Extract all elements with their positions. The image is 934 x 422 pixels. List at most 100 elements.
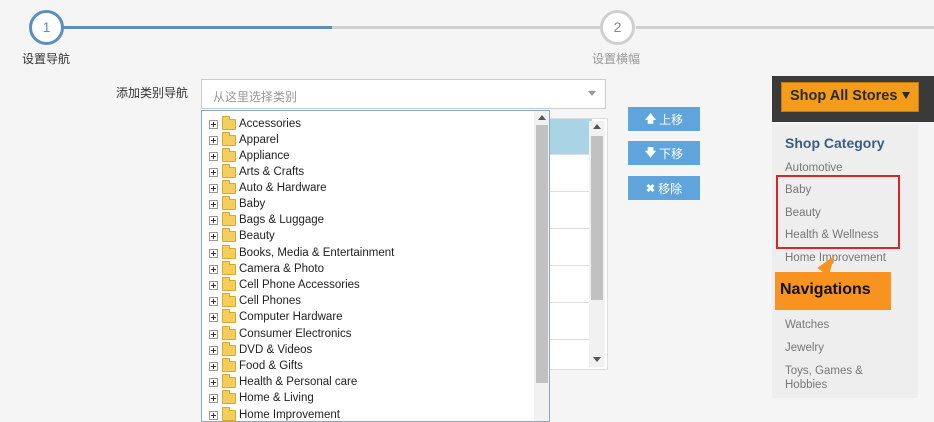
tree-item[interactable]: Home Improvement (209, 406, 340, 421)
tree-item-label: Baby (239, 198, 266, 210)
tree-item[interactable]: Arts & Crafts (209, 163, 305, 180)
expand-plus-icon[interactable] (209, 345, 218, 355)
tree-item[interactable]: Health & Personal care (209, 373, 358, 390)
tree-item-label: Accessories (239, 118, 301, 130)
category-item[interactable]: Watches (785, 319, 829, 331)
scroll-up-arrow-icon[interactable] (538, 115, 546, 120)
tree-item[interactable]: Bags & Luggage (209, 211, 324, 228)
folder-icon (222, 406, 236, 421)
tree-item-label: Health & Personal care (239, 376, 358, 388)
expand-plus-icon[interactable] (209, 377, 218, 387)
tree-item[interactable]: Accessories (209, 115, 301, 132)
tree-item[interactable]: DVD & Videos (209, 341, 312, 358)
list-item[interactable] (548, 193, 592, 229)
category-item[interactable]: Jewelry (785, 342, 824, 354)
expand-plus-icon[interactable] (209, 296, 218, 306)
tree-item[interactable]: Camera & Photo (209, 260, 324, 277)
folder-icon (222, 179, 236, 194)
step-1-circle[interactable]: 1 (29, 10, 64, 45)
folder-icon (222, 373, 236, 388)
tree-item-label: Cell Phones (239, 295, 302, 307)
tree-item[interactable]: Books, Media & Entertainment (209, 244, 395, 261)
move-up-button[interactable]: 🡅 上移 (628, 107, 700, 131)
remove-button[interactable]: ✖ 移除 (628, 176, 700, 200)
step-2-label: 设置横幅 (592, 52, 641, 66)
folder-icon (222, 147, 236, 162)
expand-plus-icon[interactable] (209, 215, 218, 225)
category-item[interactable]: Toys, Games & (785, 365, 863, 377)
category-item[interactable]: Hobbies (785, 379, 827, 391)
tree-item[interactable]: Apparel (209, 131, 279, 148)
tree-item[interactable]: Appliance (209, 147, 290, 164)
category-item[interactable]: Automotive (785, 162, 843, 174)
folder-icon (222, 292, 236, 307)
expand-plus-icon[interactable] (209, 264, 218, 274)
tree-item[interactable]: Beauty (209, 227, 275, 244)
list-item[interactable] (548, 119, 592, 155)
tree-item-label: Food & Gifts (239, 360, 303, 372)
folder-icon (222, 244, 236, 259)
expand-plus-icon[interactable] (209, 312, 218, 322)
move-down-button[interactable]: 🡇 下移 (628, 141, 700, 165)
category-dropdown[interactable]: Accessories Apparel Appliance Arts & Cra… (201, 110, 550, 422)
navigations-callout: Navigations (775, 272, 891, 310)
tree-item-label: Auto & Hardware (239, 182, 327, 194)
tree-item-label: Computer Hardware (239, 311, 343, 323)
remove-label: 移除 (658, 181, 683, 196)
tree-item[interactable]: Food & Gifts (209, 357, 303, 374)
list-item[interactable] (548, 267, 592, 303)
list-scrollbar-thumb[interactable] (591, 136, 603, 300)
dropdown-scrollbar-thumb[interactable] (536, 125, 548, 383)
move-up-label: 上移 (659, 112, 684, 127)
tree-item[interactable]: Cell Phones (209, 292, 302, 309)
expand-plus-icon[interactable] (209, 231, 218, 241)
arrow-up-icon: 🡅 (644, 112, 657, 125)
list-item[interactable] (548, 156, 592, 192)
expand-plus-icon[interactable] (209, 280, 218, 290)
tree-item-label: Home & Living (239, 392, 314, 404)
expand-plus-icon[interactable] (209, 393, 218, 403)
tree-item[interactable]: Computer Hardware (209, 308, 343, 325)
tree-item-label: Arts & Crafts (239, 166, 305, 178)
folder-icon (222, 276, 236, 291)
tree-item-label: Apparel (239, 134, 279, 146)
expand-plus-icon[interactable] (209, 119, 218, 129)
arrow-down-icon: 🡇 (644, 146, 657, 159)
tree-item-label: Beauty (239, 230, 275, 242)
expand-plus-icon[interactable] (209, 248, 218, 258)
tree-item[interactable]: Consumer Electronics (209, 325, 352, 342)
folder-icon (222, 357, 236, 372)
folder-icon (222, 389, 236, 404)
folder-icon (222, 211, 236, 226)
folder-icon (222, 227, 236, 242)
step-1-label: 设置导航 (22, 52, 71, 66)
expand-plus-icon[interactable] (209, 167, 218, 177)
tree-item-label: Books, Media & Entertainment (239, 247, 395, 259)
tree-item[interactable]: Baby (209, 195, 266, 212)
step-progress-line-end (636, 26, 934, 29)
expand-plus-icon[interactable] (209, 329, 218, 339)
scroll-down-arrow-icon[interactable] (593, 357, 601, 362)
expand-plus-icon[interactable] (209, 361, 218, 371)
step-2-circle[interactable]: 2 (600, 10, 635, 45)
expand-plus-icon[interactable] (209, 135, 218, 145)
tree-item[interactable]: Auto & Hardware (209, 179, 327, 196)
expand-plus-icon[interactable] (209, 199, 218, 209)
tree-item-label: Consumer Electronics (239, 328, 352, 340)
list-item[interactable] (548, 230, 592, 266)
expand-plus-icon[interactable] (209, 183, 218, 193)
move-down-label: 下移 (659, 146, 684, 161)
folder-icon (222, 308, 236, 323)
folder-icon (222, 260, 236, 275)
shop-all-stores-button[interactable]: Shop All Stores (781, 82, 919, 112)
expand-plus-icon[interactable] (209, 410, 218, 420)
category-select[interactable]: 从这里选择类别 (201, 79, 606, 109)
tree-item[interactable]: Home & Living (209, 389, 314, 406)
folder-icon (222, 131, 236, 146)
tree-item[interactable]: Cell Phone Accessories (209, 276, 360, 293)
expand-plus-icon[interactable] (209, 151, 218, 161)
scroll-up-arrow-icon[interactable] (593, 124, 601, 129)
step-progress-line (332, 26, 600, 29)
list-item[interactable] (548, 304, 592, 340)
tree-item-label: Cell Phone Accessories (239, 279, 360, 291)
